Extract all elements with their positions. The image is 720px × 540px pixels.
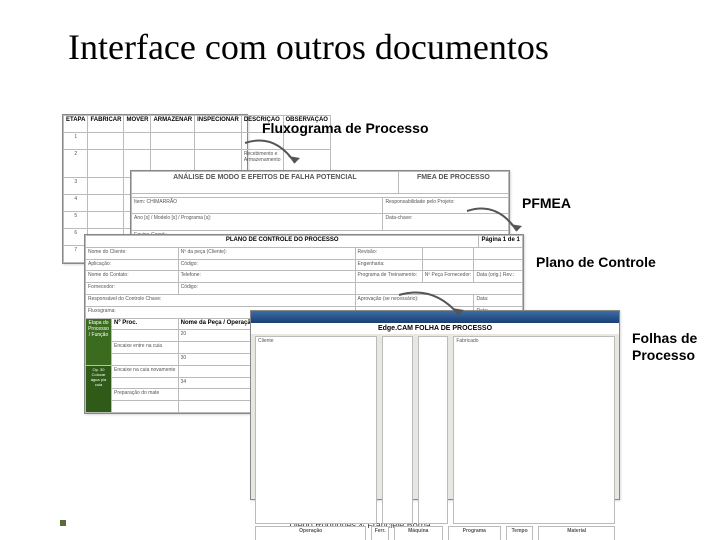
label-pfmea: PFMEA [522,195,571,211]
arrow-icon [394,290,474,335]
arrow-icon [240,138,310,183]
label-fluxograma: Fluxograma de Processo [262,120,429,136]
doc-folha: Edge.CAM FOLHA DE PROCESSO ClienteFabric… [250,310,620,500]
label-folha: Folhas de Processo [632,330,712,364]
arrow-icon [462,206,532,251]
slide-title: Interface com outros documentos [68,26,549,68]
label-plano: Plano de Controle [536,254,656,270]
